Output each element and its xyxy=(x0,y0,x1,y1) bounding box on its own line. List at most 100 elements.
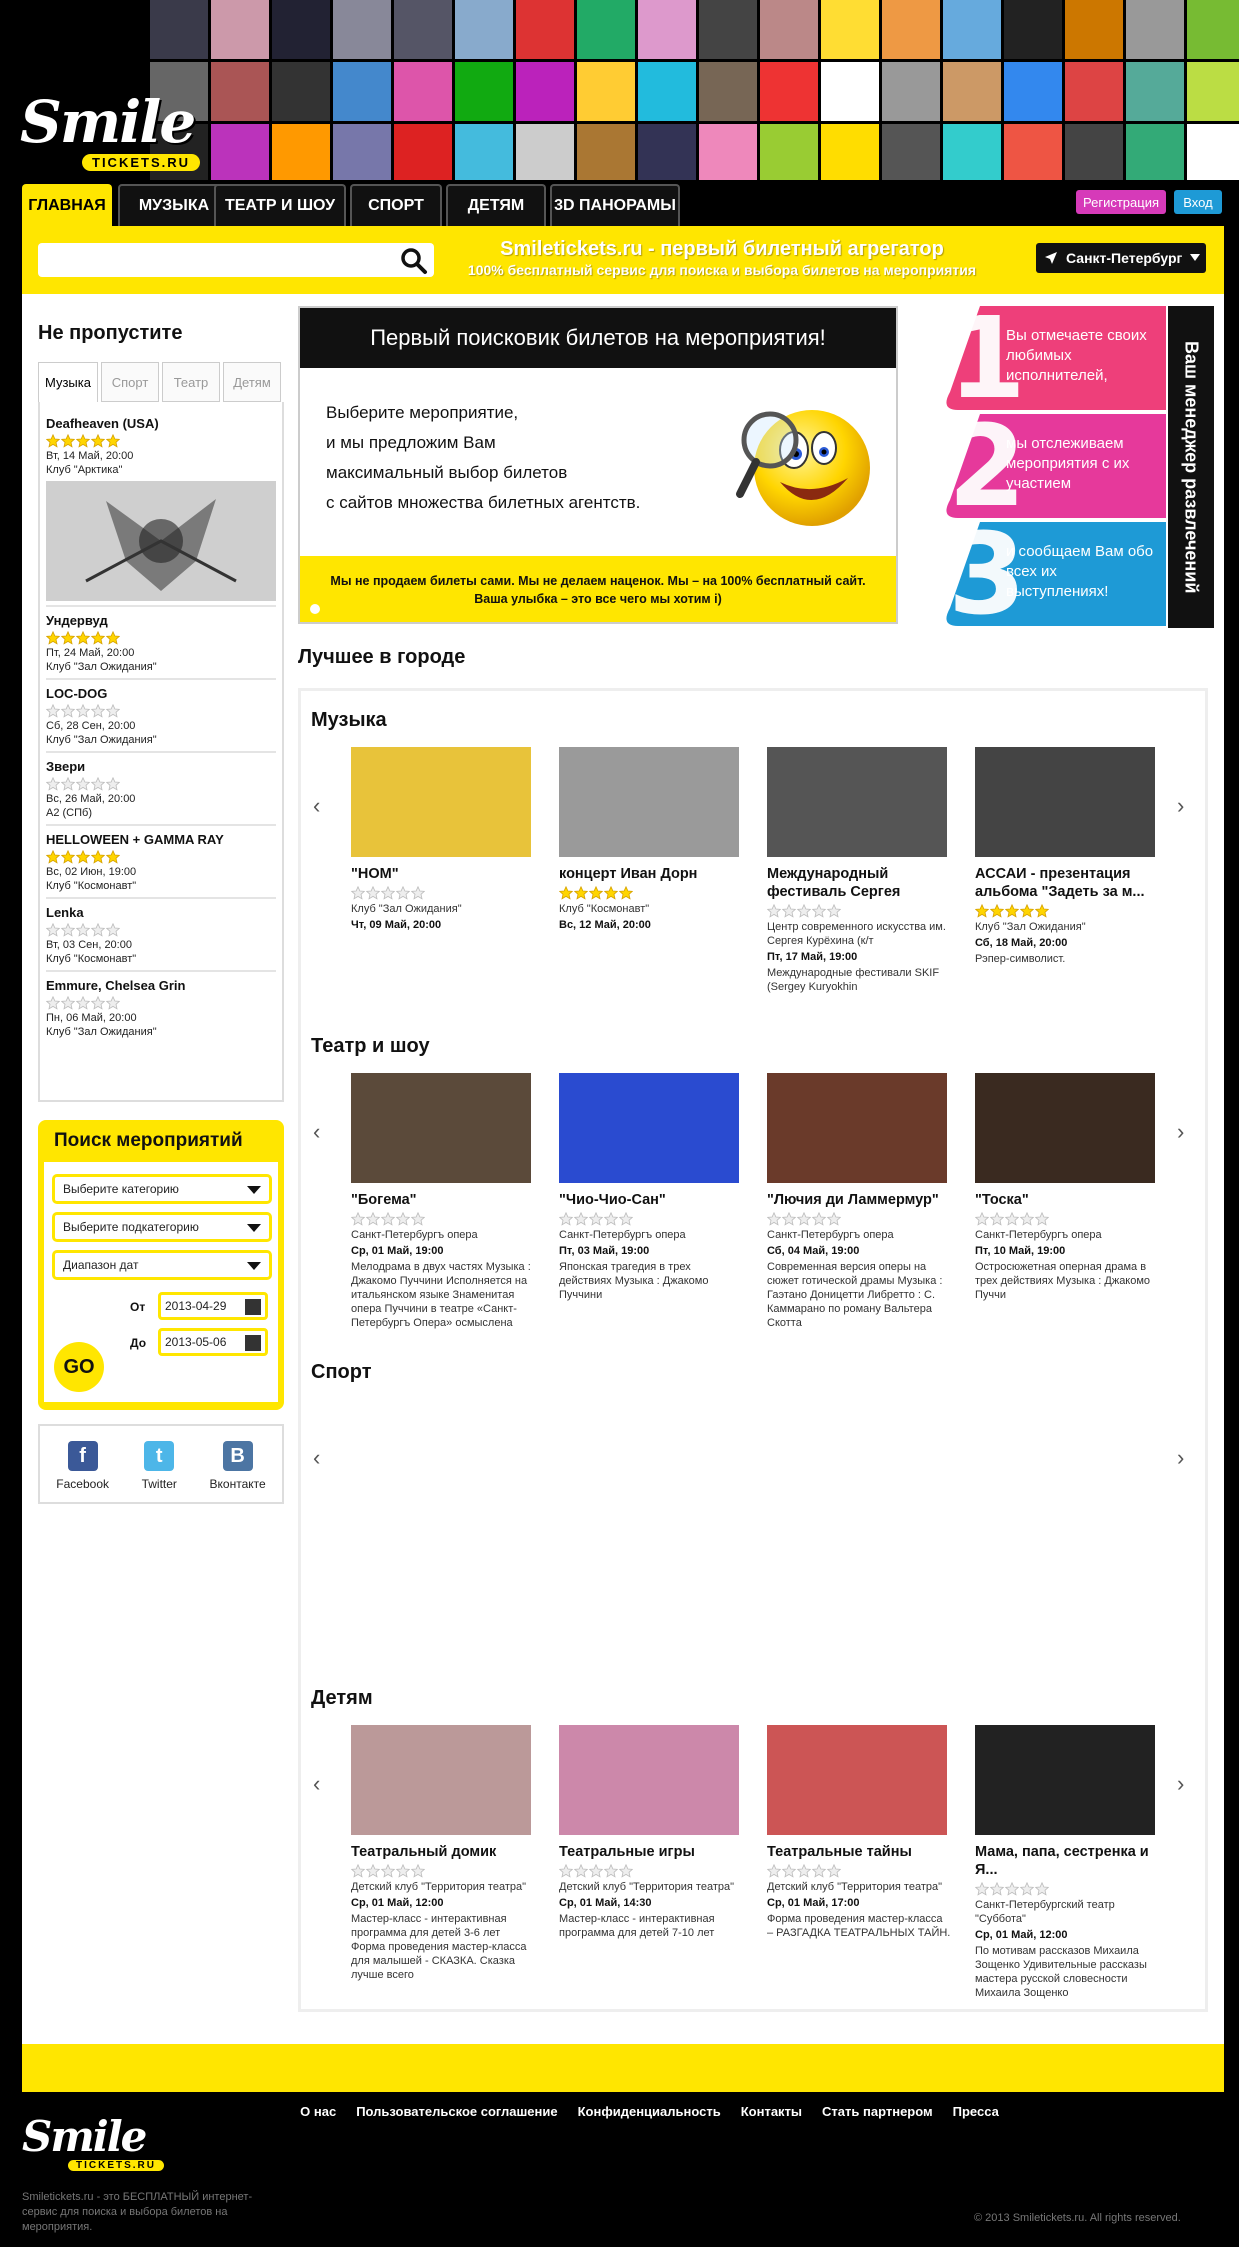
artist-thumbnail[interactable] xyxy=(1004,124,1062,180)
star-icon[interactable] xyxy=(975,904,989,918)
star-icon[interactable] xyxy=(61,777,75,791)
sidebar-event[interactable]: LOC-DOG Сб, 28 Сен, 20:00 Клуб "Зал Ожидан… xyxy=(46,680,276,753)
artist-thumbnail[interactable] xyxy=(760,124,818,180)
event-card-image[interactable] xyxy=(351,1073,531,1183)
category-title[interactable]: Музыка xyxy=(311,709,387,732)
artist-thumbnail[interactable] xyxy=(333,124,391,180)
event-card[interactable]: Международный фестиваль Сергея Курёхина … xyxy=(767,747,951,994)
event-card-title[interactable]: Театральные игры xyxy=(559,1843,743,1861)
event-card[interactable]: АССАИ - презентация альбома "Задеть за м… xyxy=(975,747,1159,966)
star-icon[interactable] xyxy=(46,923,60,937)
artist-thumbnail[interactable] xyxy=(516,0,574,59)
artist-thumbnail[interactable] xyxy=(882,62,940,121)
artist-thumbnail[interactable] xyxy=(882,124,940,180)
artist-thumbnail[interactable] xyxy=(516,124,574,180)
star-icon[interactable] xyxy=(76,850,90,864)
rating-stars[interactable] xyxy=(351,1864,535,1878)
event-card[interactable]: Театральные игры Детский клуб "Территория… xyxy=(559,1725,743,1940)
star-icon[interactable] xyxy=(351,1864,365,1878)
rating-stars[interactable] xyxy=(351,886,535,900)
star-icon[interactable] xyxy=(396,886,410,900)
event-title[interactable]: Emmure, Chelsea Grin xyxy=(46,978,276,993)
artist-thumbnail[interactable] xyxy=(1126,62,1184,121)
star-icon[interactable] xyxy=(381,886,395,900)
carousel-prev-icon[interactable]: ‹ xyxy=(313,1119,320,1145)
star-icon[interactable] xyxy=(91,631,105,645)
event-card-title[interactable]: "Лючия ди Ламмермур" xyxy=(767,1191,951,1209)
star-icon[interactable] xyxy=(106,996,120,1010)
event-card-title[interactable]: Международный фестиваль Сергея Курёхина … xyxy=(767,865,951,901)
star-icon[interactable] xyxy=(619,886,633,900)
star-icon[interactable] xyxy=(782,904,796,918)
carousel-next-icon[interactable]: › xyxy=(1177,1445,1184,1471)
star-icon[interactable] xyxy=(604,886,618,900)
footer-link[interactable]: О нас xyxy=(300,2104,336,2124)
sidebar-event[interactable]: Lenka Вт, 03 Сен, 20:00 Клуб "Космонавт" xyxy=(46,899,276,972)
star-icon[interactable] xyxy=(767,1212,781,1226)
artist-thumbnail[interactable] xyxy=(1065,0,1123,59)
artist-thumbnail[interactable] xyxy=(1004,0,1062,59)
rating-stars[interactable] xyxy=(559,1212,743,1226)
event-title[interactable]: Deafheaven (USA) xyxy=(46,416,276,431)
star-icon[interactable] xyxy=(604,1212,618,1226)
star-icon[interactable] xyxy=(106,850,120,864)
star-icon[interactable] xyxy=(76,923,90,937)
star-icon[interactable] xyxy=(1005,1212,1019,1226)
event-title[interactable]: HELLOWEEN + GAMMA RAY xyxy=(46,832,276,847)
footer-link[interactable]: Контакты xyxy=(741,2104,802,2124)
artist-thumbnail[interactable] xyxy=(638,0,696,59)
star-icon[interactable] xyxy=(411,1864,425,1878)
search-input[interactable] xyxy=(38,243,434,277)
star-icon[interactable] xyxy=(381,1864,395,1878)
artist-thumbnail[interactable] xyxy=(699,0,757,59)
event-card-image[interactable] xyxy=(767,747,947,857)
event-card-title[interactable]: Театральные тайны xyxy=(767,1843,951,1861)
event-card-image[interactable] xyxy=(559,1073,739,1183)
star-icon[interactable] xyxy=(91,923,105,937)
social-link-twitter[interactable]: t Twitter xyxy=(142,1441,177,1491)
star-icon[interactable] xyxy=(975,1882,989,1896)
sidebar-event[interactable]: HELLOWEEN + GAMMA RAY Вс, 02 Июн, 19:00 Кл… xyxy=(46,826,276,899)
star-icon[interactable] xyxy=(91,996,105,1010)
star-icon[interactable] xyxy=(827,904,841,918)
event-title[interactable]: LOC-DOG xyxy=(46,686,276,701)
subcategory-select[interactable]: Выберите подкатегорию xyxy=(52,1212,272,1242)
calendar-icon[interactable] xyxy=(245,1335,261,1351)
rating-stars[interactable] xyxy=(46,850,276,864)
tab-theatre[interactable]: ТЕАТР И ШОУ xyxy=(214,184,346,226)
event-card-image[interactable] xyxy=(767,1725,947,1835)
event-card[interactable]: "Лючия ди Ламмермур" Санкт-Петербургъ опе… xyxy=(767,1073,951,1330)
star-icon[interactable] xyxy=(106,631,120,645)
star-icon[interactable] xyxy=(589,1212,603,1226)
carousel-prev-icon[interactable]: ‹ xyxy=(313,1771,320,1797)
event-card[interactable]: Театральный домик Детский клуб "Территори… xyxy=(351,1725,535,1982)
event-card[interactable]: "НОМ" Клуб "Зал Ожидания" Чт, 09 Май, 20:0… xyxy=(351,747,535,931)
star-icon[interactable] xyxy=(61,923,75,937)
artist-thumbnail[interactable] xyxy=(638,124,696,180)
star-icon[interactable] xyxy=(76,777,90,791)
rating-stars[interactable] xyxy=(46,777,276,791)
star-icon[interactable] xyxy=(91,850,105,864)
artist-thumbnail[interactable] xyxy=(1065,62,1123,121)
artist-thumbnail[interactable] xyxy=(455,62,513,121)
star-icon[interactable] xyxy=(1035,1882,1049,1896)
star-icon[interactable] xyxy=(589,1864,603,1878)
star-icon[interactable] xyxy=(46,777,60,791)
artist-thumbnail[interactable] xyxy=(1187,62,1239,121)
star-icon[interactable] xyxy=(782,1212,796,1226)
rating-stars[interactable] xyxy=(975,1212,1159,1226)
social-link-вконтакте[interactable]: B Вконтакте xyxy=(210,1441,266,1491)
star-icon[interactable] xyxy=(990,904,1004,918)
star-icon[interactable] xyxy=(46,704,60,718)
rating-stars[interactable] xyxy=(46,704,276,718)
star-icon[interactable] xyxy=(559,1212,573,1226)
star-icon[interactable] xyxy=(990,1212,1004,1226)
event-card-title[interactable]: "Тоска" xyxy=(975,1191,1159,1209)
artist-thumbnail[interactable] xyxy=(943,124,1001,180)
footer-logo[interactable]: Smile TICKETS.RU xyxy=(22,2112,202,2182)
artist-thumbnail[interactable] xyxy=(272,62,330,121)
star-icon[interactable] xyxy=(604,1864,618,1878)
event-card-title[interactable]: "Богема" xyxy=(351,1191,535,1209)
event-card-image[interactable] xyxy=(351,1725,531,1835)
star-icon[interactable] xyxy=(46,850,60,864)
